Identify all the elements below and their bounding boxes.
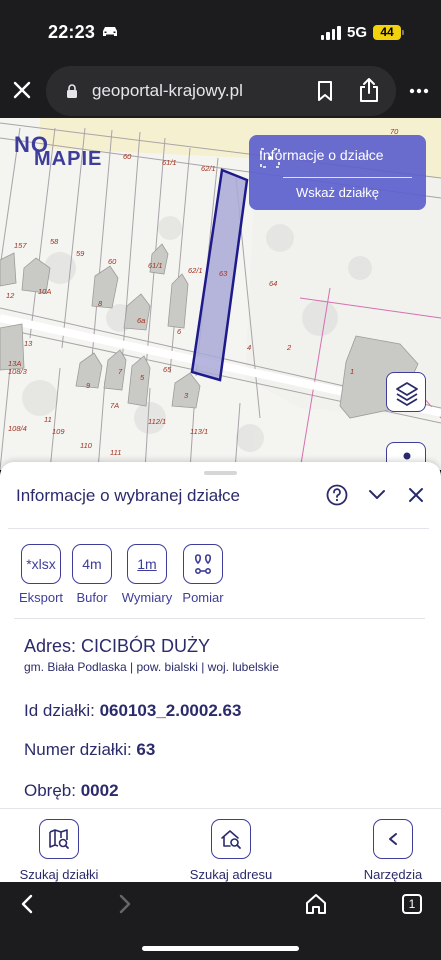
svg-text:6a: 6a [137, 316, 145, 325]
svg-text:7A: 7A [110, 401, 119, 410]
svg-text:65: 65 [163, 365, 172, 374]
point-parcel-button[interactable]: Wskaż działkę [249, 185, 426, 200]
close-sheet-icon[interactable] [408, 487, 424, 503]
measure-button[interactable]: Pomiar [180, 544, 226, 605]
app-bottom-nav: Szukaj działki Szukaj adresu Narzędzia [0, 808, 441, 882]
search-parcel-button[interactable]: Szukaj działki [14, 819, 104, 882]
map-view[interactable]: 70 60 61/1 62/1 58 59 60 157 10A 12 61/1… [0, 118, 441, 470]
svg-text:60: 60 [108, 257, 117, 266]
svg-text:11: 11 [44, 415, 52, 424]
svg-text:62/1: 62/1 [201, 164, 216, 173]
home-search-icon [211, 819, 251, 859]
parcel-id-value: 060103_2.0002.63 [99, 701, 242, 720]
layers-icon [396, 382, 418, 406]
tools-button[interactable]: Narzędzia [358, 819, 428, 882]
svg-text:4: 4 [247, 343, 251, 352]
browser-toolbar: geoportal-krajowy.pl [0, 64, 441, 118]
dimensions-button[interactable]: 1m Wymiary [119, 544, 175, 605]
tools-divider [14, 618, 425, 619]
address-admin-units: gm. Biała Podlaska | pow. bialski | woj.… [24, 660, 280, 674]
map-search-icon [39, 819, 79, 859]
svg-text:61/1: 61/1 [148, 261, 163, 270]
lock-icon [67, 84, 77, 98]
measure-pin-icon [183, 544, 223, 584]
status-indicators: 5G 44 [320, 24, 404, 41]
svg-text:58: 58 [50, 237, 59, 246]
buffer-button[interactable]: 4m Bufor [72, 544, 112, 605]
sheet-divider [8, 528, 429, 529]
parcel-info-button[interactable]: Informacje o działce [259, 147, 384, 168]
home-indicator [142, 946, 299, 951]
parcel-id-row: Id działki: 060103_2.0002.63 [24, 701, 242, 720]
buffer-icon: 4m [72, 544, 112, 584]
browser-bottom-bar: 1 [0, 882, 441, 960]
svg-text:64: 64 [269, 279, 277, 288]
share-icon[interactable] [358, 77, 380, 103]
svg-text:111: 111 [110, 448, 121, 457]
svg-text:63: 63 [219, 269, 228, 278]
svg-text:60: 60 [123, 152, 132, 161]
svg-text:113/1: 113/1 [190, 427, 208, 436]
sheet-title: Informacje o wybranej działce [16, 486, 240, 505]
close-icon[interactable] [10, 78, 34, 102]
triangle-left-icon [373, 819, 413, 859]
search-address-button[interactable]: Szukaj adresu [184, 819, 278, 882]
more-options-icon[interactable] [409, 88, 429, 94]
bookmark-icon[interactable] [316, 80, 334, 102]
chevron-down-icon[interactable] [367, 488, 387, 502]
svg-text:10A: 10A [38, 287, 51, 296]
parcel-number-value: 63 [136, 740, 156, 759]
precinct-value: 0002 [80, 781, 119, 800]
svg-text:13: 13 [24, 339, 33, 348]
svg-text:59: 59 [76, 249, 85, 258]
svg-text:61/1: 61/1 [162, 158, 177, 167]
url-text: geoportal-krajowy.pl [92, 81, 243, 100]
back-icon[interactable] [16, 892, 40, 916]
help-icon[interactable] [326, 484, 348, 506]
network-type: 5G [346, 24, 367, 41]
export-button[interactable]: *xlsx Eksport [14, 544, 68, 605]
parcel-number-row: Numer działki: 63 [24, 740, 156, 759]
signal-icon [320, 25, 341, 40]
home-icon[interactable] [304, 892, 328, 916]
battery-icon: 44 [373, 25, 404, 40]
svg-text:12: 12 [6, 291, 15, 300]
tabs-button[interactable]: 1 [402, 894, 422, 914]
svg-text:157: 157 [14, 241, 27, 250]
svg-text:2: 2 [286, 343, 292, 352]
svg-text:112/1: 112/1 [148, 417, 166, 426]
sheet-drag-handle[interactable] [204, 471, 237, 475]
svg-text:109: 109 [52, 427, 65, 436]
export-icon: *xlsx [21, 544, 61, 584]
parcel-info-card[interactable]: Informacje o działce Wskaż działkę [249, 135, 426, 210]
svg-text:108/4: 108/4 [8, 424, 27, 433]
layers-button[interactable] [386, 372, 426, 412]
address-bar[interactable]: geoportal-krajowy.pl [46, 66, 396, 116]
svg-text:108/3: 108/3 [8, 367, 28, 376]
car-icon [103, 27, 117, 36]
forward-icon[interactable] [112, 892, 136, 916]
dimensions-icon: 1m [127, 544, 167, 584]
svg-text:62/1: 62/1 [188, 266, 203, 275]
svg-text:110: 110 [80, 441, 93, 450]
parcel-info-sheet: Informacje o wybranej działce *xlsx Eksp… [0, 462, 441, 808]
status-bar: 22:23 5G 44 [0, 0, 441, 64]
svg-text:6: 6 [177, 327, 182, 336]
card-divider [283, 177, 412, 178]
status-time: 22:23 [48, 22, 96, 42]
address-heading: Adres: CICIBÓR DUŻY [24, 636, 211, 656]
select-area-icon [260, 148, 280, 168]
svg-text:1: 1 [350, 367, 354, 376]
precinct-row: Obręb: 0002 [24, 781, 119, 800]
